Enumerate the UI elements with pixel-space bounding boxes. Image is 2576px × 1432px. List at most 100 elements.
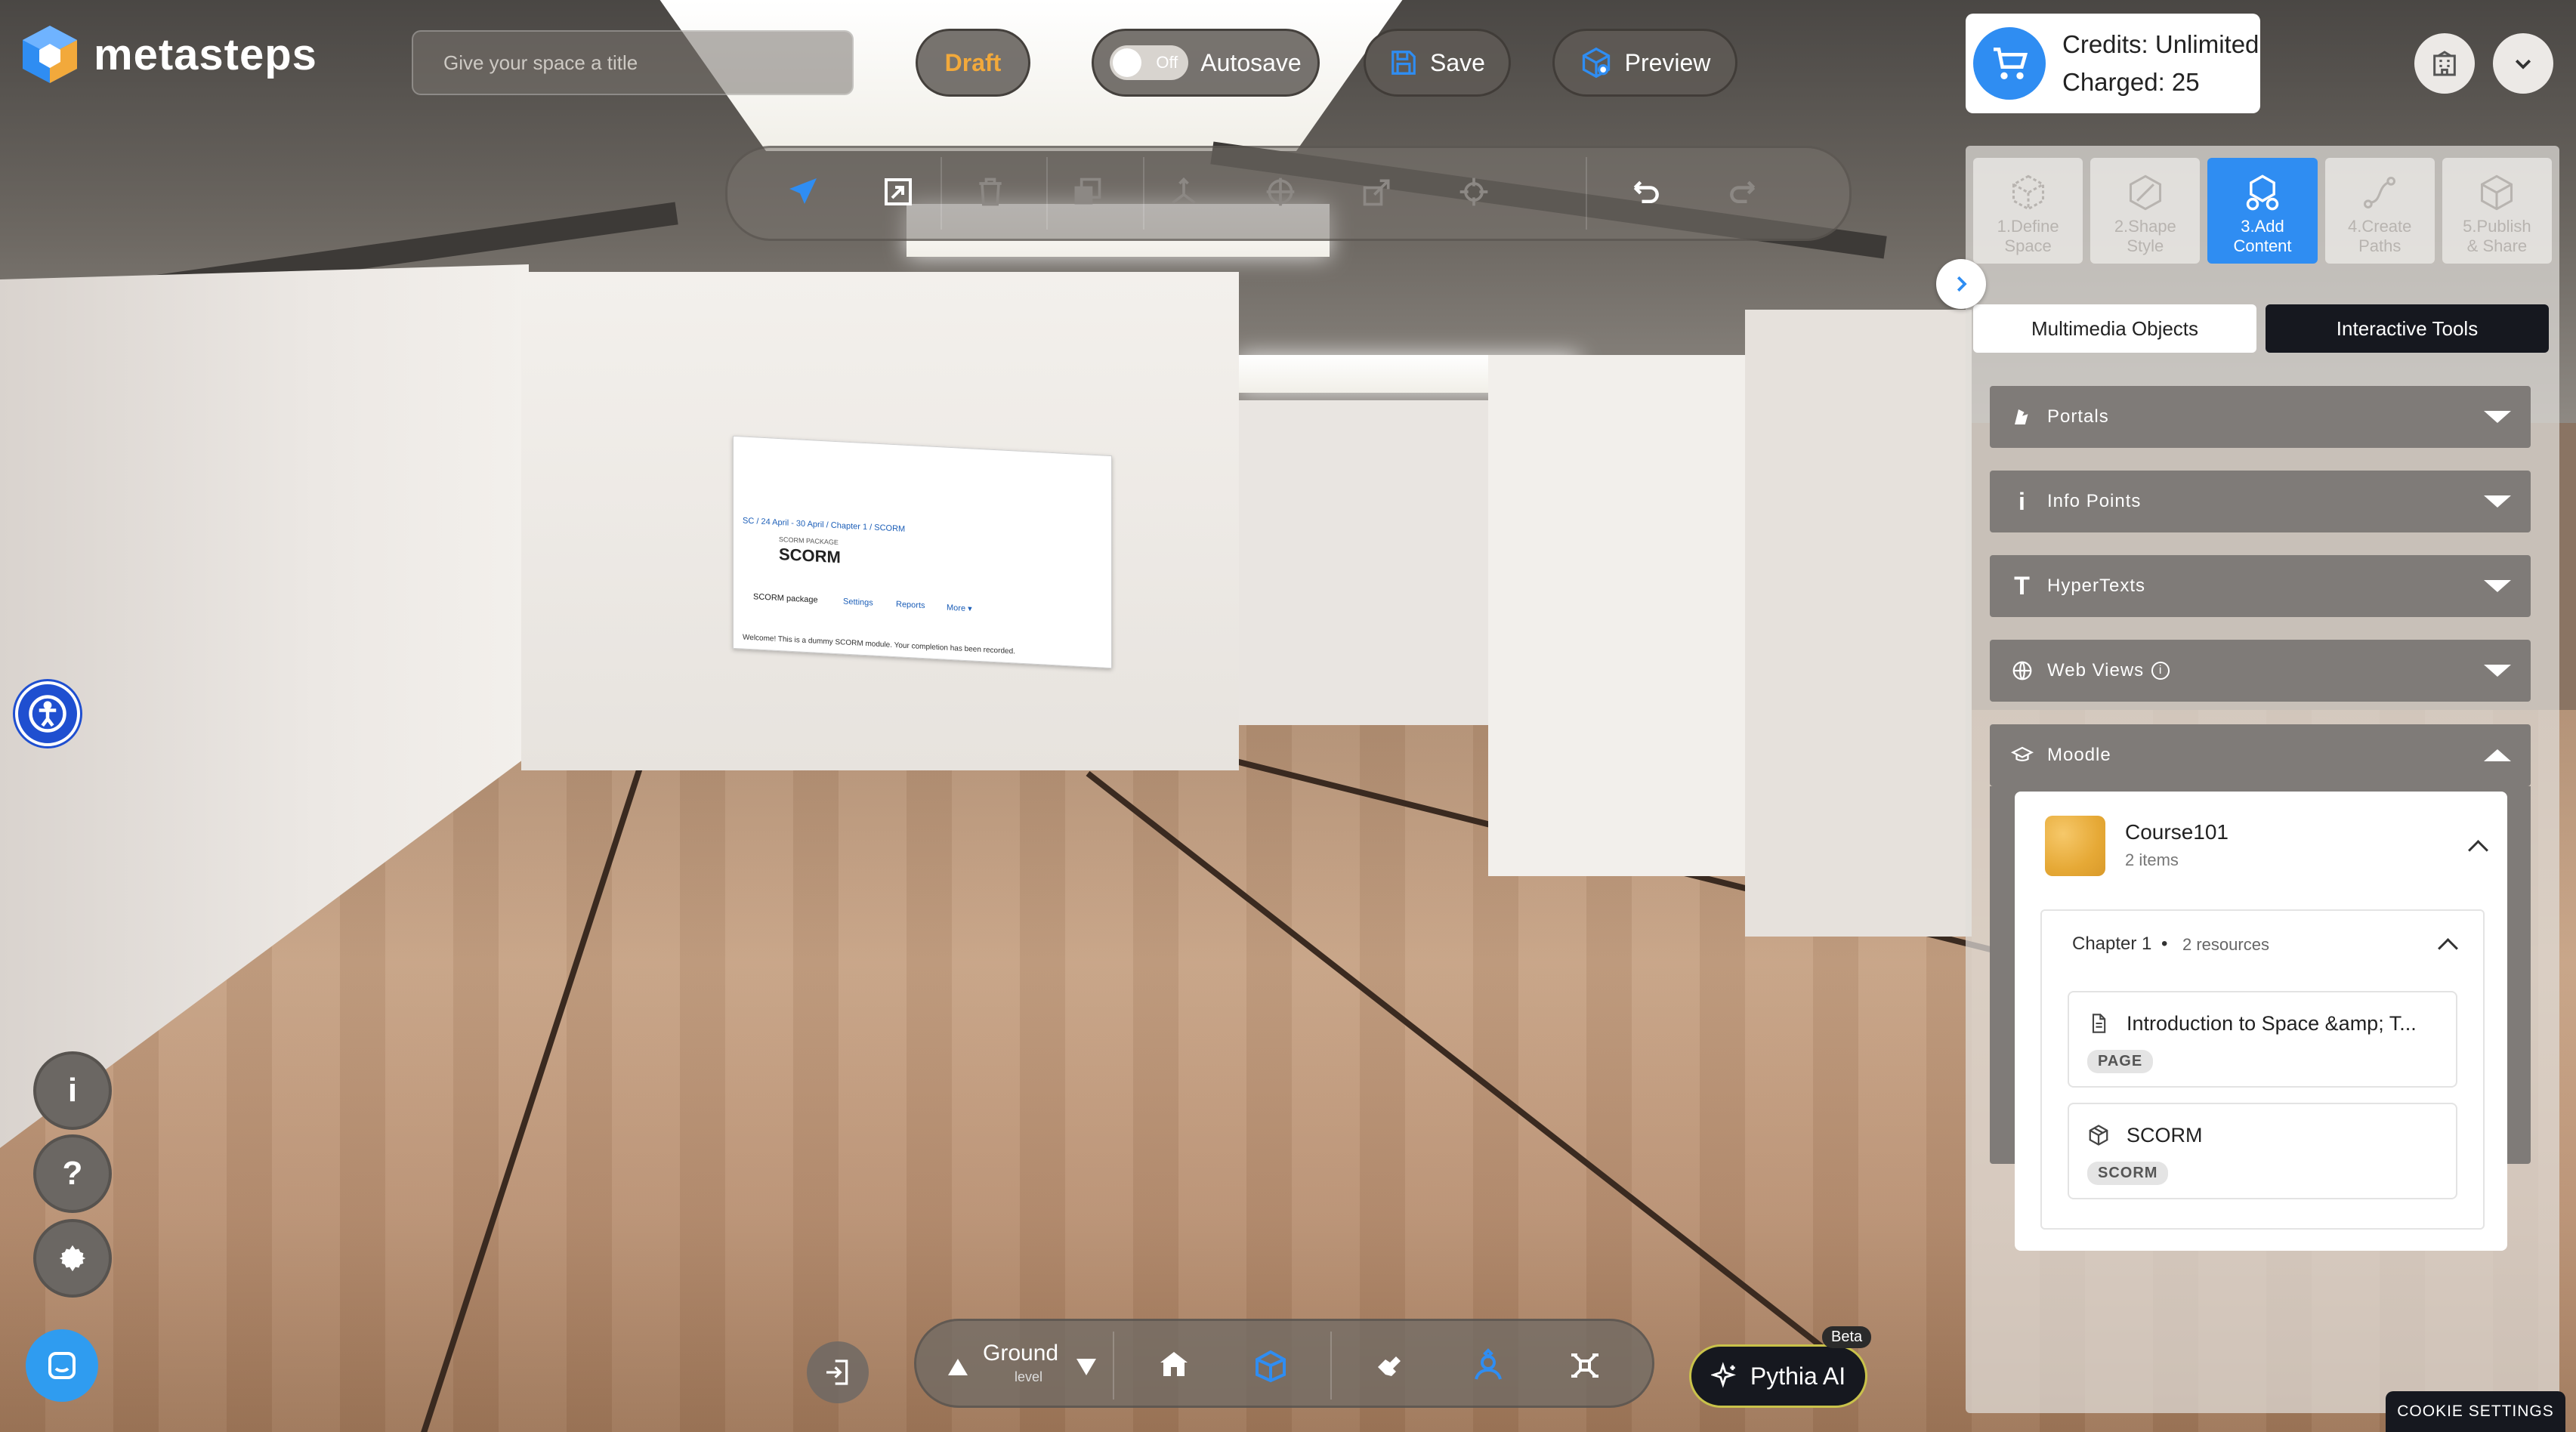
organization-button[interactable]	[2414, 33, 2475, 94]
draft-button[interactable]: Draft	[916, 29, 1030, 97]
chat-button[interactable]	[26, 1329, 98, 1402]
credits-card[interactable]: Credits: Unlimited Charged: 25	[1966, 14, 2260, 113]
trash-icon	[979, 177, 1002, 206]
avatar-icon	[1475, 1348, 1502, 1380]
preview-cube-icon	[1582, 47, 1610, 79]
level-name: Ground	[983, 1341, 1059, 1366]
pythia-ai-button[interactable]: Pythia AI	[1689, 1344, 1867, 1408]
step-label-line1: Create	[2361, 217, 2412, 236]
resize-tool-button[interactable]	[868, 162, 928, 222]
help-button[interactable]: ?	[33, 1134, 112, 1213]
info-icon: i	[2018, 487, 2026, 515]
level-up-icon[interactable]	[948, 1359, 968, 1375]
resource-item[interactable]: Introduction to Space &amp; T... PAGE	[2068, 991, 2457, 1088]
step-publish-share[interactable]: 5.Publish & Share	[2442, 158, 2553, 264]
hand-tool-button[interactable]	[1367, 1341, 1416, 1390]
accordion-portals[interactable]: Portals	[1990, 386, 2531, 448]
chevron-right-icon	[1957, 276, 1967, 292]
drone-tool-button[interactable]	[1560, 1341, 1610, 1390]
screen-tab: More ▾	[947, 603, 972, 614]
save-label: Save	[1430, 48, 1485, 76]
select-tool-button[interactable]	[773, 162, 833, 222]
course-card: Course101 2 items Chapter 1 • 2 resource…	[2015, 792, 2507, 1251]
course-thumbnail	[2045, 816, 2105, 876]
level-selector[interactable]: Ground level	[948, 1332, 1099, 1397]
globe-icon	[2009, 658, 2035, 684]
wall-pillar	[1488, 355, 1745, 876]
autosave-control[interactable]: Off Autosave	[1092, 29, 1320, 97]
cart-icon	[1973, 27, 2046, 100]
tab-multimedia-objects[interactable]: Multimedia Objects	[1973, 304, 2256, 353]
credits-charged: Charged: 25	[2062, 68, 2200, 96]
accordion-hypertexts[interactable]: T HyperTexts	[1990, 555, 2531, 617]
step-define-space[interactable]: 1.Define Space	[1973, 158, 2083, 264]
scale-icon	[1363, 179, 1390, 206]
autosave-label: Autosave	[1200, 48, 1302, 76]
step-add-content[interactable]: 3.Add Content	[2207, 158, 2318, 264]
undo-button[interactable]	[1616, 162, 1676, 222]
screen-tab: Settings	[843, 597, 873, 608]
preview-button[interactable]: Preview	[1552, 29, 1737, 97]
draft-label: Draft	[944, 48, 1002, 76]
info-circle-icon[interactable]: i	[2151, 662, 2170, 680]
screen-breadcrumb: SC / 24 April - 30 April / Chapter 1 / S…	[743, 516, 906, 534]
autosave-toggle[interactable]: Off	[1110, 45, 1189, 80]
house-tool-button[interactable]	[1149, 1341, 1199, 1390]
chevron-up-icon[interactable]	[2438, 938, 2458, 958]
delete-tool-button[interactable]	[960, 162, 1021, 222]
step-label-line2: Space	[2004, 236, 2052, 255]
position-tool-button[interactable]	[1444, 162, 1504, 222]
step-create-paths[interactable]: 4.Create Paths	[2324, 158, 2435, 264]
room-tool-button[interactable]	[1246, 1341, 1296, 1390]
step-label-line2: & Share	[2466, 236, 2528, 255]
move-axes-icon	[1172, 177, 1196, 205]
rotate-tool-button[interactable]	[1250, 162, 1311, 222]
exit-button[interactable]	[807, 1341, 869, 1403]
pythia-label: Pythia AI	[1750, 1362, 1846, 1390]
avatar-tool-button[interactable]	[1463, 1341, 1513, 1390]
screen-tab: SCORM package	[753, 592, 818, 605]
toggle-knob	[1113, 48, 1142, 77]
web-view-screen[interactable]: SC / 24 April - 30 April / Chapter 1 / S…	[733, 435, 1112, 669]
step-label-line1: Publish	[2476, 217, 2531, 236]
accessibility-button[interactable]	[15, 681, 80, 746]
step-number: 4.	[2348, 217, 2362, 236]
credits-amount: Credits: Unlimited	[2062, 30, 2259, 58]
brand-name: metasteps	[94, 29, 317, 79]
drone-icon	[1571, 1353, 1598, 1378]
chevron-down-icon	[2484, 411, 2511, 423]
tab-interactive-tools[interactable]: Interactive Tools	[2266, 304, 2549, 353]
chevron-down-icon	[2484, 495, 2511, 508]
scale-tool-button[interactable]	[1347, 162, 1407, 222]
collapse-panel-button[interactable]	[1936, 259, 1986, 309]
resource-type-badge: PAGE	[2087, 1050, 2154, 1073]
duplicate-tool-button[interactable]	[1057, 162, 1117, 222]
accordion-info-points[interactable]: i Info Points	[1990, 471, 2531, 532]
brand-logo[interactable]: metasteps	[18, 23, 317, 86]
settings-button[interactable]	[33, 1219, 112, 1298]
step-shape-style[interactable]: 2.Shape Style	[2090, 158, 2201, 264]
save-button[interactable]: Save	[1364, 29, 1511, 97]
beta-badge: Beta	[1822, 1326, 1872, 1348]
toolbar-divider	[1046, 157, 1048, 230]
wall-pillar	[1745, 310, 1972, 937]
room-icon	[1256, 1350, 1286, 1383]
toolbar-divider	[1330, 1332, 1332, 1400]
account-menu-button[interactable]	[2493, 33, 2553, 94]
space-title-input[interactable]	[412, 30, 854, 95]
chevron-up-icon[interactable]	[2468, 840, 2488, 860]
cookie-settings-button[interactable]: COOKIE SETTINGS	[2386, 1391, 2565, 1432]
level-sublabel: level	[1015, 1369, 1043, 1384]
accordion-web-views[interactable]: Web Views i	[1990, 640, 2531, 702]
publish-cube-icon	[2481, 174, 2513, 211]
accordion-moodle[interactable]: Moodle	[1990, 724, 2531, 786]
resource-item[interactable]: SCORM SCORM	[2068, 1103, 2457, 1199]
accordion-label: Info Points	[2047, 491, 2142, 511]
move-tool-button[interactable]	[1154, 162, 1214, 222]
preview-label: Preview	[1624, 48, 1711, 76]
level-down-icon[interactable]	[1076, 1359, 1096, 1375]
info-button[interactable]: i	[33, 1051, 112, 1130]
chevron-down-icon	[2484, 580, 2511, 592]
redo-button[interactable]	[1713, 162, 1773, 222]
accordion-label: Portals	[2047, 406, 2109, 427]
